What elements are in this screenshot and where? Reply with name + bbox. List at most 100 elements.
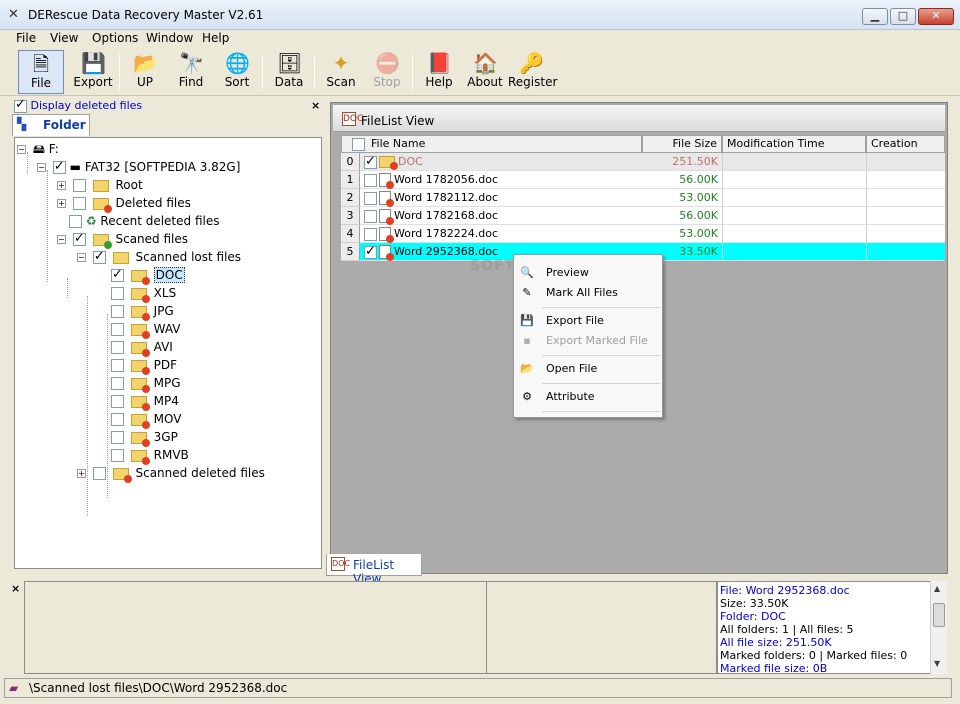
toolbar-sort-button[interactable]: 🌐 Sort [214,50,260,94]
collapse-toggle[interactable]: − [17,145,26,154]
panel-close-button[interactable]: × [311,99,320,112]
toolbar-stop-button[interactable]: ⛔ Stop [364,50,410,94]
tree-checkbox[interactable] [72,179,86,192]
toolbar-up-button[interactable]: 📂 UP [122,50,168,94]
tree-checkbox[interactable] [92,248,106,266]
column-file-name[interactable]: File Name [341,135,642,153]
menu-view[interactable]: View [50,31,78,45]
tree-node-scanned-lost[interactable]: − Scanned lost files [77,248,241,266]
tree-node-drive[interactable]: − 🖴 F: [17,140,59,158]
deleted-file-icon [379,245,394,261]
minimize-button[interactable]: ▁ [862,8,888,25]
tree-checkbox[interactable] [92,467,106,480]
tab-folder[interactable]: ▚ Folder [12,114,90,136]
tree-node-type-jpg[interactable]: JPG [111,302,174,321]
table-row[interactable]: 4 Word 1782224.doc 53.00K [341,225,945,243]
tab-filelist-view[interactable]: DOC FileList View [326,554,422,586]
tree-node-scanned-deleted[interactable]: + Scanned deleted files [77,464,265,483]
display-deleted-toggle[interactable]: Display deleted files [14,97,142,113]
tree-node-type-3gp[interactable]: 3GP [111,428,178,447]
tree-checkbox[interactable] [52,158,66,176]
toolbar-find-button[interactable]: 🔭 Find [168,50,214,94]
column-file-size[interactable]: File Size [642,135,722,153]
column-creation-time[interactable]: Creation Time [866,135,945,166]
tree-checkbox[interactable] [111,413,124,426]
tree-node-type-avi[interactable]: AVI [111,338,173,357]
deleted-folder-icon [112,467,132,483]
table-row[interactable]: 0 DOC 251.50K [341,153,945,171]
tree-checkbox[interactable] [111,359,124,372]
select-all-checkbox[interactable] [352,137,365,151]
collapse-toggle[interactable]: − [37,163,46,172]
tree-node-type-doc[interactable]: DOC [111,266,185,285]
collapse-toggle[interactable]: − [57,235,66,244]
menu-item-export-marked-file[interactable]: ▪ Export Marked File [514,331,662,351]
menu-file[interactable]: File [16,31,36,45]
tree-checkbox[interactable] [111,395,124,408]
toolbar-file-button[interactable]: 🗎 File [18,50,64,94]
menu-options[interactable]: Options [92,31,138,45]
panel-close-button[interactable]: × [11,582,20,595]
tree-checkbox[interactable] [111,431,124,444]
tree-checkbox[interactable] [111,305,124,318]
toolbar-scan-button[interactable]: ✦ Scan [318,50,364,94]
table-row[interactable]: 1 Word 1782056.doc 56.00K [341,171,945,189]
tree-node-volume[interactable]: − ▬ FAT32 [SOFTPEDIA 3.82G] [37,158,240,176]
expand-toggle[interactable]: + [57,199,66,208]
tree-node-scaned-files[interactable]: − Scaned files [57,230,188,249]
row-checkbox[interactable] [364,209,377,223]
expand-toggle[interactable]: + [77,469,86,478]
info-scrollbar[interactable]: ▲ ▼ [930,581,947,674]
scroll-down-icon[interactable]: ▼ [934,659,940,668]
tree-node-type-wav[interactable]: WAV [111,320,181,339]
scroll-up-icon[interactable]: ▲ [934,584,940,593]
menu-help[interactable]: Help [202,31,229,45]
table-row[interactable]: 3 Word 1782168.doc 56.00K [341,207,945,225]
tree-node-recent-deleted[interactable]: ♻ Recent deleted files [69,212,219,230]
toolbar-register-button[interactable]: 🔑 Register [508,50,557,94]
tree-checkbox[interactable] [69,215,82,228]
row-checkbox[interactable] [364,243,377,260]
app-icon[interactable]: ✕ [8,7,22,23]
tree-checkbox[interactable] [111,323,124,336]
menu-item-mark-all-files[interactable]: ✎ Mark All Files [514,283,662,303]
row-checkbox[interactable] [364,173,377,187]
menu-item-open-file[interactable]: 📂 Open File [514,359,662,379]
row-checkbox[interactable] [364,153,377,170]
tree-checkbox[interactable] [111,341,124,354]
tree-node-type-mp4[interactable]: MP4 [111,392,179,411]
tree-node-type-pdf[interactable]: PDF [111,356,177,375]
table-row[interactable]: 2 Word 1782112.doc 53.00K [341,189,945,207]
tree-node-deleted-files[interactable]: + Deleted files [57,194,191,213]
expand-toggle[interactable]: + [57,181,66,190]
toolbar-help-button[interactable]: 📕 Help [416,50,462,94]
menu-item-preview[interactable]: 🔍 Preview [514,263,662,283]
row-checkbox[interactable] [364,227,377,241]
tree-checkbox[interactable] [72,230,86,248]
toolbar-about-button[interactable]: 🏠 About [462,50,508,94]
column-modification-time[interactable]: Modification Time [722,135,866,153]
tree-node-type-rmvb[interactable]: RMVB [111,446,189,465]
menu-window[interactable]: Window [146,31,193,45]
menu-item-export-file[interactable]: 💾 Export File [514,311,662,331]
tree-checkbox[interactable] [111,287,124,300]
maximize-button[interactable]: □ [890,8,916,25]
tree-checkbox[interactable] [111,266,124,284]
toolbar-export-button[interactable]: 💾 Export [70,50,116,94]
row-checkbox[interactable] [364,191,377,205]
scroll-thumb[interactable] [933,603,945,627]
tree-node-type-mov[interactable]: MOV [111,410,181,429]
collapse-toggle[interactable]: − [77,253,86,262]
tree-node-root[interactable]: + Root [57,176,143,194]
tree-checkbox[interactable] [111,449,124,462]
toolbar-data-button[interactable]: 🗄 Data [266,50,312,94]
display-deleted-checkbox[interactable] [14,97,27,113]
tree-checkbox[interactable] [111,377,124,390]
folder-icon [92,179,109,192]
tree-checkbox[interactable] [72,197,86,210]
folder-tree[interactable]: − 🖴 F: − ▬ FAT32 [SOFTPEDIA 3.82G] + Roo… [14,137,322,569]
close-button[interactable]: ✕ [918,8,954,25]
menu-item-attribute[interactable]: ⚙ Attribute [514,387,662,407]
tree-node-type-xls[interactable]: XLS [111,284,176,303]
tree-node-type-mpg[interactable]: MPG [111,374,181,393]
